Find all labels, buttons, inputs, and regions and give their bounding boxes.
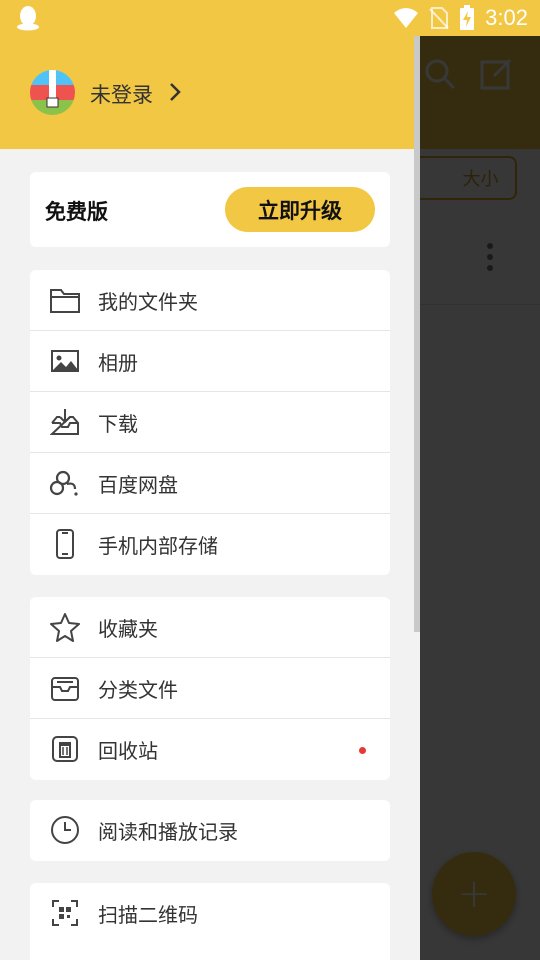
storage-section: 我的文件夹 相册 下载 百度网盘 手机内部存储 (30, 270, 390, 575)
drawer-scrollbar[interactable] (414, 36, 420, 632)
login-status-text[interactable]: 未登录 (90, 79, 153, 109)
battery-charging-icon (459, 5, 475, 31)
phone-icon (48, 528, 82, 560)
wifi-icon (393, 7, 419, 29)
chevron-right-icon[interactable] (166, 80, 184, 104)
history-section: 阅读和播放记录 (30, 800, 390, 861)
notification-dot (359, 747, 366, 754)
menu-item-label: 手机内部存储 (98, 534, 218, 558)
status-bar: 3:02 (0, 0, 540, 36)
menu-item-label: 阅读和播放记录 (98, 820, 238, 844)
navigation-drawer: 未登录 免费版 立即升级 我的文件夹 相册 下载 百度网盘 手机内部存储 收藏夹… (0, 0, 420, 960)
menu-item-label: 扫描二维码 (98, 903, 198, 927)
penguin-notification-icon (14, 4, 42, 32)
upgrade-button[interactable]: 立即升级 (225, 187, 375, 232)
menu-item-my-folders[interactable]: 我的文件夹 (30, 270, 390, 331)
menu-item-history[interactable]: 阅读和播放记录 (30, 800, 390, 861)
menu-item-scan-qr[interactable]: 扫描二维码 (30, 883, 390, 944)
no-sim-icon (429, 6, 449, 30)
menu-item-categorized-files[interactable]: 分类文件 (30, 658, 390, 719)
menu-item-internal-storage[interactable]: 手机内部存储 (30, 514, 390, 575)
tools-section: 扫描二维码 (30, 883, 390, 960)
qr-scan-icon (48, 897, 82, 929)
image-icon (48, 345, 82, 377)
menu-item-label: 百度网盘 (98, 472, 178, 497)
menu-item-label: 相册 (98, 350, 138, 375)
menu-item-label: 我的文件夹 (98, 289, 198, 314)
menu-item-album[interactable]: 相册 (30, 331, 390, 392)
menu-item-label: 下载 (98, 411, 138, 436)
menu-item-favorites[interactable]: 收藏夹 (30, 597, 390, 658)
menu-item-label: 分类文件 (98, 677, 178, 702)
trash-icon (48, 733, 82, 765)
download-icon (48, 406, 82, 438)
plan-card: 免费版 立即升级 (30, 172, 390, 247)
upgrade-button-label: 立即升级 (258, 198, 342, 223)
status-time: 3:02 (485, 5, 528, 30)
menu-item-downloads[interactable]: 下载 (30, 392, 390, 453)
avatar[interactable] (30, 70, 75, 115)
cloud-drive-icon (48, 467, 82, 499)
star-icon (48, 611, 82, 643)
collections-section: 收藏夹 分类文件 回收站 (30, 597, 390, 780)
menu-item-baidu-netdisk[interactable]: 百度网盘 (30, 453, 390, 514)
folder-icon (48, 284, 82, 316)
menu-item-label: 回收站 (98, 739, 158, 763)
menu-item-label: 收藏夹 (98, 616, 158, 641)
plan-label: 免费版 (45, 200, 108, 224)
inbox-icon (48, 672, 82, 704)
menu-item-recycle-bin[interactable]: 回收站 (30, 719, 390, 780)
clock-icon (48, 814, 82, 846)
